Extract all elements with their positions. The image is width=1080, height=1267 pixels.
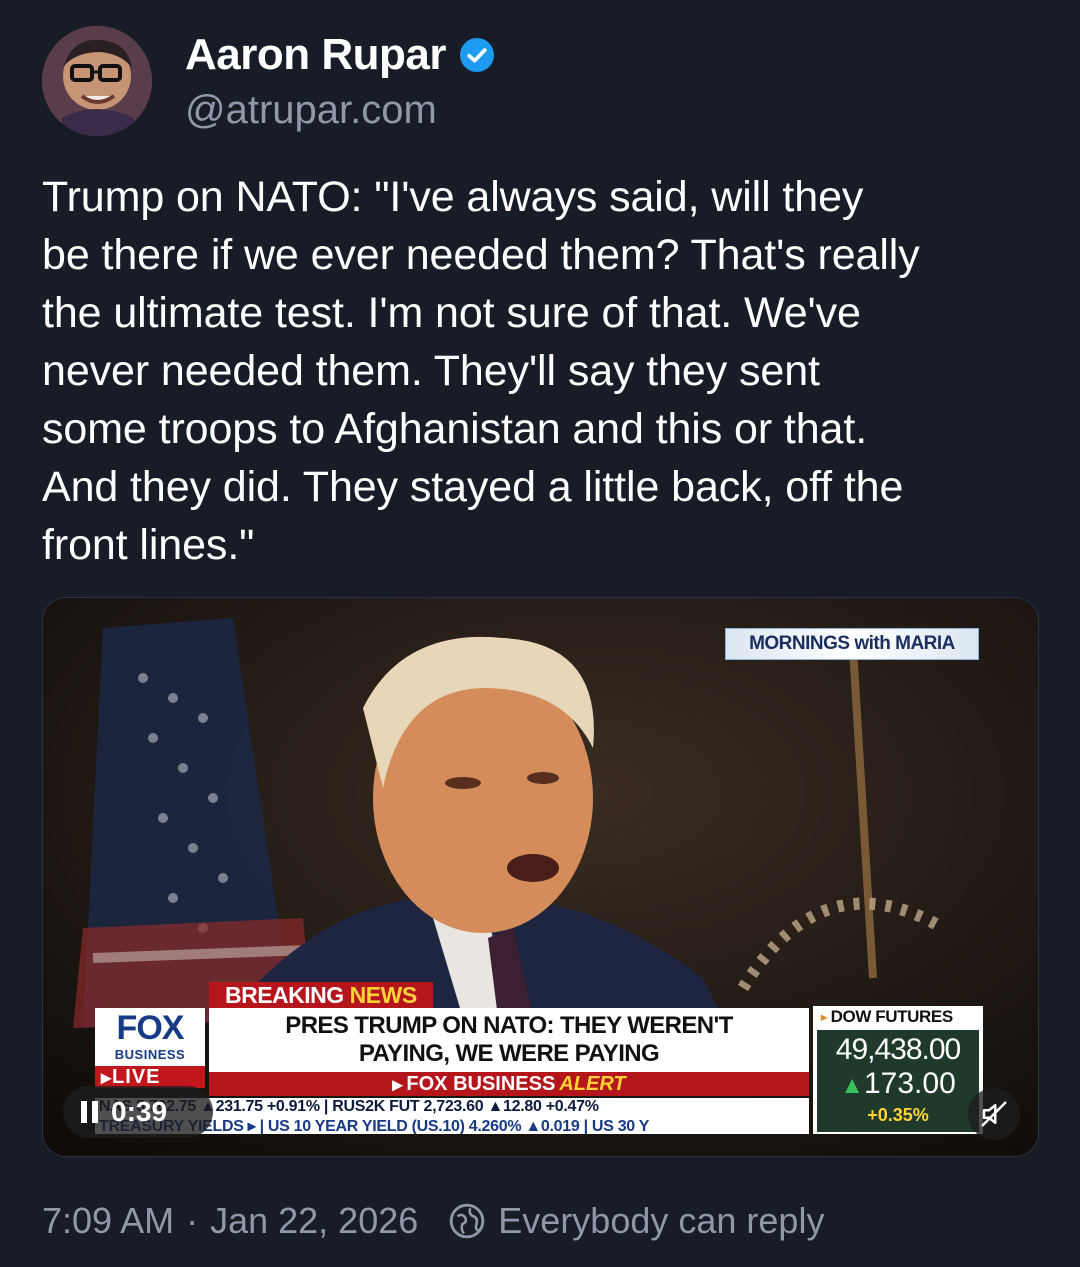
verified-badge-icon bbox=[459, 38, 494, 72]
dow-futures-panel: 49,438.00 ▲173.00 +0.35% bbox=[817, 1030, 979, 1132]
post-meta: 7:09 AM · Jan 22, 2026 Everybody can rep… bbox=[42, 1200, 824, 1242]
dow-arrow-icon: ▸ bbox=[821, 1010, 827, 1024]
alert-word: ALERT bbox=[559, 1072, 626, 1095]
muted-speaker-icon bbox=[981, 1101, 1007, 1127]
dow-change-row: ▲173.00 bbox=[817, 1068, 979, 1102]
dow-title-text: DOW FUTURES bbox=[830, 1007, 954, 1026]
dow-percent: +0.35% bbox=[867, 1105, 929, 1125]
meta-separator: · bbox=[186, 1200, 199, 1241]
post-date[interactable]: Jan 22, 2026 bbox=[210, 1200, 418, 1242]
post-text: Trump on NATO: "I've always said, will t… bbox=[42, 173, 920, 569]
video-elapsed-time: 0:39 bbox=[111, 1096, 168, 1127]
author-name[interactable]: Aaron Rupar bbox=[185, 30, 446, 80]
reply-permission-icon bbox=[450, 1203, 485, 1239]
breaking-news-tag: BREAKING NEWS bbox=[209, 982, 433, 1008]
network-logo: FOX BUSINESS bbox=[95, 1008, 205, 1066]
mute-button[interactable] bbox=[968, 1088, 1020, 1140]
headline-line-2: PAYING, WE WERE PAYING bbox=[358, 1040, 660, 1067]
up-arrow-icon: ▲ bbox=[840, 1072, 864, 1099]
author-name-row[interactable]: Aaron Rupar bbox=[185, 30, 494, 80]
author-handle[interactable]: @atrupar.com bbox=[185, 88, 437, 133]
pause-icon bbox=[81, 1101, 99, 1123]
breaking-label: BREAKING bbox=[225, 981, 344, 1008]
video-player[interactable]: MORNINGS with MARIA BREAKING NEWS FOX BU… bbox=[42, 597, 1039, 1157]
breaking-highlight: NEWS bbox=[349, 981, 418, 1008]
show-logo: MORNINGS with MARIA bbox=[725, 628, 979, 660]
alert-brand: FOX BUSINESS bbox=[406, 1072, 556, 1095]
alert-bar: ▸ FOX BUSINESS ALERT bbox=[209, 1072, 809, 1096]
post-time[interactable]: 7:09 AM bbox=[42, 1200, 174, 1242]
dow-value: 49,438.00 bbox=[835, 1033, 961, 1066]
headline-line-1: PRES TRUMP ON NATO: THEY WEREN'T bbox=[285, 1012, 733, 1039]
play-pause-button[interactable]: 0:39 bbox=[63, 1086, 213, 1138]
author-avatar[interactable] bbox=[42, 26, 152, 136]
avatar-portrait bbox=[42, 26, 152, 136]
reply-setting: Everybody can reply bbox=[498, 1200, 825, 1241]
alert-arrow-icon: ▸ bbox=[392, 1073, 403, 1096]
dow-change: 173.00 bbox=[864, 1067, 956, 1100]
dow-futures-box: ▸ DOW FUTURES 49,438.00 ▲173.00 +0.35% bbox=[813, 1006, 983, 1134]
network-logo-sub: BUSINESS bbox=[114, 1047, 186, 1062]
live-tag: ▸ LIVE bbox=[95, 1066, 205, 1089]
dow-futures-title: ▸ DOW FUTURES bbox=[813, 1006, 983, 1028]
headline-box: PRES TRUMP ON NATO: THEY WEREN'T PAYING,… bbox=[209, 1008, 809, 1072]
network-logo-word: FOX bbox=[116, 1009, 185, 1047]
